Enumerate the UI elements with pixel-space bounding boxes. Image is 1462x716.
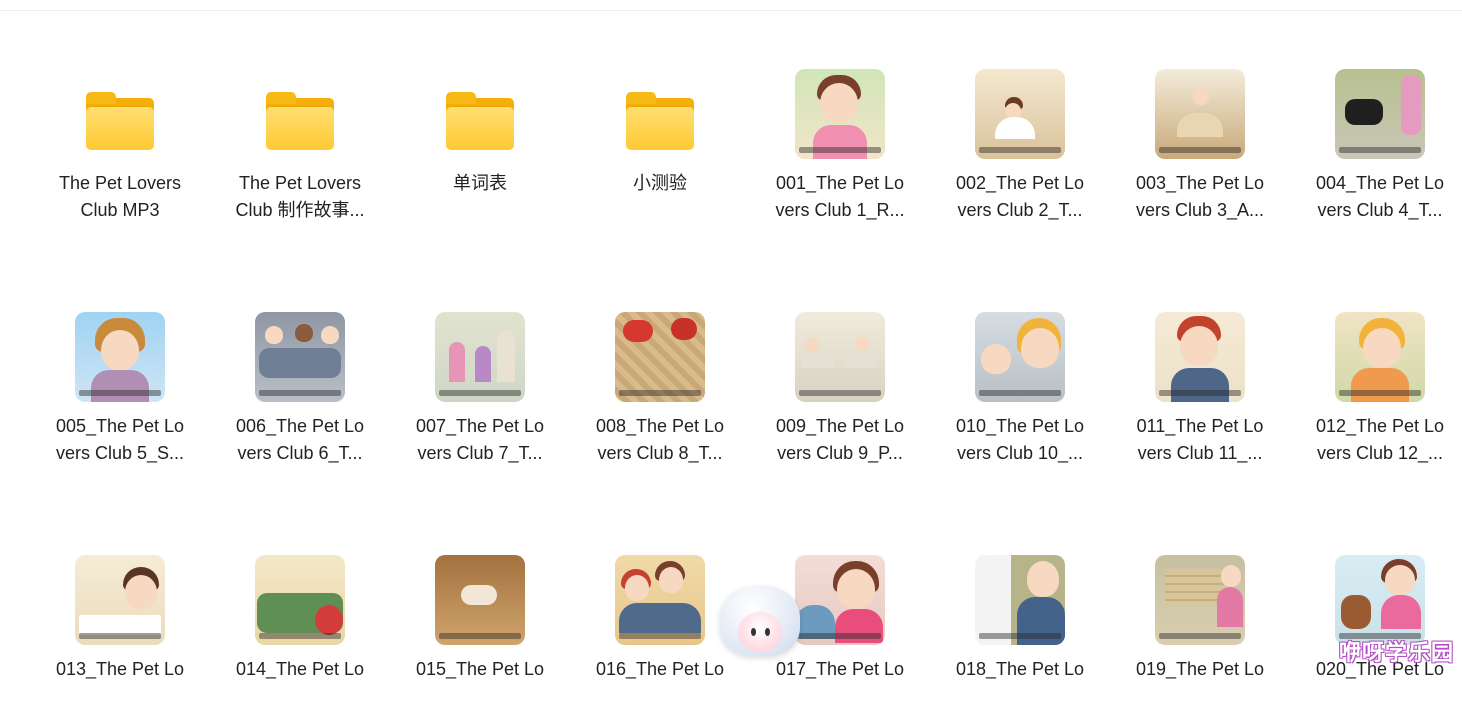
item-label: 009_The Pet Lo vers Club 9_P... bbox=[775, 416, 905, 463]
item-label: 007_The Pet Lo vers Club 7_T... bbox=[415, 416, 545, 463]
video-item[interactable]: 002_The Pet Lo vers Club 2_T... bbox=[930, 0, 1110, 230]
video-item[interactable]: 013_The Pet Lo bbox=[30, 486, 210, 716]
video-item[interactable]: 001_The Pet Lo vers Club 1_R... bbox=[750, 0, 930, 230]
video-item[interactable]: 018_The Pet Lo bbox=[930, 486, 1110, 716]
folder-item[interactable]: The Pet Lovers Club 制作故事... bbox=[210, 0, 390, 230]
item-label: The Pet Lovers Club 制作故事... bbox=[235, 173, 365, 220]
folder-icon bbox=[444, 90, 516, 152]
video-thumbnail bbox=[975, 69, 1065, 159]
video-thumbnail bbox=[1335, 69, 1425, 159]
video-thumbnail bbox=[255, 312, 345, 402]
item-label: 004_The Pet Lo vers Club 4_T... bbox=[1315, 173, 1445, 220]
video-item[interactable]: 011_The Pet Lo vers Club 11_... bbox=[1110, 243, 1290, 473]
watermark-text: 咿呀学乐园 bbox=[1338, 640, 1454, 665]
item-label: 小测验 bbox=[633, 173, 687, 193]
video-item[interactable]: 020_The Pet Lo bbox=[1290, 486, 1462, 716]
video-item[interactable]: 006_The Pet Lo vers Club 6_T... bbox=[210, 243, 390, 473]
folder-item[interactable]: 单词表 bbox=[390, 0, 570, 230]
video-item[interactable]: 015_The Pet Lo bbox=[390, 486, 570, 716]
video-thumbnail bbox=[75, 555, 165, 645]
video-thumbnail bbox=[795, 69, 885, 159]
video-thumbnail bbox=[795, 312, 885, 402]
video-thumbnail bbox=[1155, 555, 1245, 645]
file-grid: The Pet Lovers Club MP3 The Pet Lovers Clu… bbox=[30, 0, 1462, 679]
video-item[interactable]: 004_The Pet Lo vers Club 4_T... bbox=[1290, 0, 1462, 230]
video-thumbnail bbox=[1335, 312, 1425, 402]
cloud-mascot-icon[interactable] bbox=[718, 586, 802, 676]
item-label: 003_The Pet Lo vers Club 3_A... bbox=[1135, 173, 1265, 220]
item-label: 008_The Pet Lo vers Club 8_T... bbox=[595, 416, 725, 463]
video-thumbnail bbox=[435, 555, 525, 645]
video-thumbnail bbox=[795, 555, 885, 645]
video-thumbnail bbox=[615, 312, 705, 402]
video-thumbnail bbox=[435, 312, 525, 402]
video-item[interactable]: 019_The Pet Lo bbox=[1110, 486, 1290, 716]
item-label: 012_The Pet Lo vers Club 12_... bbox=[1315, 416, 1445, 463]
video-item[interactable]: 003_The Pet Lo vers Club 3_A... bbox=[1110, 0, 1290, 230]
video-item[interactable]: 012_The Pet Lo vers Club 12_... bbox=[1290, 243, 1462, 473]
item-label: 001_The Pet Lo vers Club 1_R... bbox=[775, 173, 905, 220]
folder-icon bbox=[624, 90, 696, 152]
folder-icon bbox=[264, 90, 336, 152]
video-item[interactable]: 009_The Pet Lo vers Club 9_P... bbox=[750, 243, 930, 473]
video-item[interactable]: 014_The Pet Lo bbox=[210, 486, 390, 716]
item-label: The Pet Lovers Club MP3 bbox=[58, 173, 182, 220]
folder-item[interactable]: The Pet Lovers Club MP3 bbox=[30, 0, 210, 230]
video-thumbnail bbox=[1155, 312, 1245, 402]
item-label: 011_The Pet Lo vers Club 11_... bbox=[1136, 416, 1264, 463]
video-thumbnail bbox=[75, 312, 165, 402]
video-thumbnail bbox=[975, 312, 1065, 402]
item-label: 单词表 bbox=[453, 173, 507, 193]
item-label: 002_The Pet Lo vers Club 2_T... bbox=[955, 173, 1085, 220]
video-item[interactable]: 008_The Pet Lo vers Club 8_T... bbox=[570, 243, 750, 473]
video-thumbnail bbox=[1335, 555, 1425, 645]
folder-item[interactable]: 小测验 bbox=[570, 0, 750, 230]
video-item[interactable]: 010_The Pet Lo vers Club 10_... bbox=[930, 243, 1110, 473]
video-item[interactable]: 007_The Pet Lo vers Club 7_T... bbox=[390, 243, 570, 473]
video-thumbnail bbox=[255, 555, 345, 645]
video-thumbnail bbox=[615, 555, 705, 645]
video-item[interactable]: 005_The Pet Lo vers Club 5_S... bbox=[30, 243, 210, 473]
video-thumbnail bbox=[975, 555, 1065, 645]
item-label: 010_The Pet Lo vers Club 10_... bbox=[955, 416, 1085, 463]
item-label: 005_The Pet Lo vers Club 5_S... bbox=[55, 416, 185, 463]
folder-icon bbox=[84, 90, 156, 152]
item-label: 006_The Pet Lo vers Club 6_T... bbox=[235, 416, 365, 463]
video-thumbnail bbox=[1155, 69, 1245, 159]
